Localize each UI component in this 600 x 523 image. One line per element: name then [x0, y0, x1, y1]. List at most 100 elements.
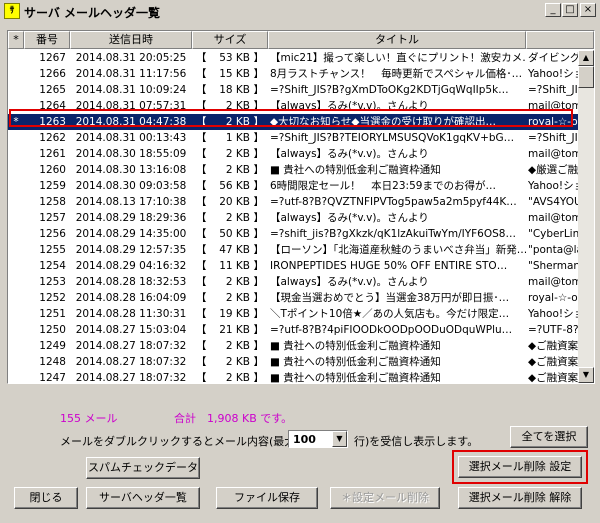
row-from: Yahoo!ショッピ	[528, 308, 578, 320]
hint-text-before: メールをダブルクリックするとメール内容(最大	[60, 435, 296, 448]
list-rows: 1267 2014.08.31 20:05:25 【53 KB】【mic21】撮って…	[8, 50, 578, 383]
scroll-down-icon[interactable]: ▼	[578, 367, 594, 383]
row-title: 8月ラストチャンス！ 毎時更新でスペシャル価格･…	[270, 68, 523, 80]
row-size: 【19 KB】	[196, 308, 264, 320]
table-row[interactable]: 1266 2014.08.31 11:17:56 【15 KB】 8月ラストチャンス！…	[8, 66, 578, 82]
chevron-down-icon[interactable]: ▼	[332, 431, 347, 447]
row-size-value: 50 KB	[219, 228, 250, 240]
table-row[interactable]: 1252 2014.08.28 16:04:09 【2 KB】【現金当選おめでとう】…	[8, 290, 578, 306]
row-date: 2014.08.28 16:04:09	[75, 292, 187, 304]
row-mark	[8, 370, 24, 383]
row-date: 2014.08.28 18:32:53	[75, 276, 187, 288]
row-number: 1247	[39, 372, 66, 383]
column-header-size[interactable]: サイズ	[192, 31, 268, 49]
row-size: 【20 KB】	[196, 196, 264, 208]
max-lines-select[interactable]: 100 ▼	[288, 430, 348, 448]
row-title: 【always】るみ(*v.v)。さんより	[270, 276, 429, 288]
scroll-up-icon[interactable]: ▲	[578, 50, 594, 66]
table-row[interactable]: 1258 2014.08.13 17:10:38 【20 KB】 =?utf-8?B?…	[8, 194, 578, 210]
table-row[interactable]: 1261 2014.08.30 18:55:09 【2 KB】【always】るみ(…	[8, 146, 578, 162]
row-date: 2014.08.29 14:35:00	[75, 228, 187, 240]
row-size: 【47 KB】	[196, 244, 264, 256]
row-size-value: 56 KB	[219, 180, 250, 192]
row-from: mail@tomag.jp	[528, 212, 578, 224]
table-row[interactable]: 1265 2014.08.31 10:09:24 【18 KB】 =?Shift_JI…	[8, 82, 578, 98]
close-window-button[interactable]: ×	[580, 3, 596, 17]
row-size: 【56 KB】	[196, 180, 264, 192]
row-from: mail@tomag.jp	[528, 100, 578, 112]
row-number: 1263	[39, 116, 66, 128]
row-date: 2014.08.27 18:07:32	[75, 372, 187, 383]
table-row[interactable]: 1256 2014.08.29 14:35:00 【50 KB】 =?shift_ji…	[8, 226, 578, 242]
title-bar[interactable]: ｻ サーバ メールヘッダ一覧 _ □ ×	[0, 0, 600, 22]
mail-count: 155 メール	[60, 412, 118, 425]
minimize-button[interactable]: _	[545, 3, 561, 17]
table-row[interactable]: 1264 2014.08.31 07:57:31 【2 KB】【always】るみ(…	[8, 98, 578, 114]
row-mark	[8, 354, 24, 370]
row-number: 1249	[39, 340, 66, 352]
table-row[interactable]: * 1263 2014.08.31 04:47:38 【2 KB】 ◆大切なお知らせ◆当…	[8, 113, 578, 131]
row-number: 1257	[39, 212, 66, 224]
maximize-button[interactable]: □	[562, 3, 578, 17]
mail-header-list[interactable]: * 番号 送信日時 サイズ タイトル 1267 2014.08.31 20:05:…	[7, 30, 595, 384]
row-size-value: 53 KB	[219, 52, 250, 64]
row-from: royal-☆-onlin	[528, 116, 578, 128]
row-size-value: 1 KB	[225, 132, 250, 144]
table-row[interactable]: 1250 2014.08.27 15:03:04 【21 KB】 =?utf-8?B?…	[8, 322, 578, 338]
table-row[interactable]: 1248 2014.08.27 18:07:32 【2 KB】 ■ 貴社への特別低金利…	[8, 354, 578, 370]
row-date: 2014.08.29 04:16:32	[75, 260, 187, 272]
save-file-button[interactable]: ファイル保存	[216, 487, 318, 509]
delete-selected-cancel-button[interactable]: 選択メール削除 解除	[458, 487, 582, 509]
table-row[interactable]: 1262 2014.08.31 00:13:43 【1 KB】 =?Shift_JIS…	[8, 130, 578, 146]
row-mark	[8, 338, 24, 354]
row-number: 1267	[39, 52, 66, 64]
row-mark	[8, 306, 24, 322]
row-number: 1264	[39, 100, 66, 112]
column-header-number[interactable]: 番号	[24, 31, 70, 49]
row-number: 1260	[39, 164, 66, 176]
row-number: 1265	[39, 84, 66, 96]
row-size: 【50 KB】	[196, 228, 264, 240]
delete-selected-set-button[interactable]: 選択メール削除 設定	[458, 456, 582, 478]
row-size-value: 2 KB	[225, 276, 250, 288]
row-title: =?shift_jis?B?gXkzk/qK1lzAkuiTwYm/IYF6OS…	[270, 228, 516, 240]
row-title: ＼Tポイント10倍★／あの人気店も。今だけ限定…	[270, 308, 510, 320]
row-size-value: 47 KB	[219, 244, 250, 256]
column-header-date[interactable]: 送信日時	[70, 31, 192, 49]
total-size: 合計 1,908 KB です。	[174, 412, 293, 425]
row-size-value: 18 KB	[219, 84, 250, 96]
table-row[interactable]: 1257 2014.08.29 18:29:36 【2 KB】【always】るみ(…	[8, 210, 578, 226]
select-all-button[interactable]: 全てを選択	[510, 426, 588, 448]
column-header-mark[interactable]: *	[8, 31, 24, 49]
row-mark	[8, 210, 24, 226]
vertical-scrollbar[interactable]: ▲ ▼	[578, 50, 594, 383]
row-date: 2014.08.29 18:29:36	[75, 212, 187, 224]
table-row[interactable]: 1247 2014.08.27 18:07:32 【2 KB】 ■ 貴社への特別低金利…	[8, 370, 578, 383]
table-row[interactable]: 1254 2014.08.29 04:16:32 【11 KB】 IRONPEPTID…	[8, 258, 578, 274]
row-title: ◆大切なお知らせ◆当選金の受け取りが確認出…	[270, 116, 496, 128]
column-header-from[interactable]	[526, 31, 594, 49]
row-size: 【2 KB】	[196, 340, 264, 352]
row-title: 【always】るみ(*v.v)。さんより	[270, 212, 429, 224]
row-title: =?utf-8?B?4piFIOODkOODpOODuODquWPlu…	[270, 324, 513, 336]
row-size-value: 2 KB	[225, 372, 250, 383]
spam-check-data-button[interactable]: スパムチェックデータ	[86, 457, 200, 479]
table-row[interactable]: 1260 2014.08.30 13:16:08 【2 KB】 ■ 貴社への特別低金利…	[8, 162, 578, 178]
scroll-thumb[interactable]	[578, 66, 594, 88]
row-title: ■ 貴社への特別低金利ご融資枠通知	[270, 372, 441, 383]
column-header-title[interactable]: タイトル	[268, 31, 526, 49]
table-row[interactable]: 1255 2014.08.29 12:57:35 【47 KB】【ローソン】「北海道…	[8, 242, 578, 258]
server-header-list-button[interactable]: サーバヘッダ一覧	[86, 487, 200, 509]
table-row[interactable]: 1267 2014.08.31 20:05:25 【53 KB】【mic21】撮って…	[8, 50, 578, 66]
table-row[interactable]: 1249 2014.08.27 18:07:32 【2 KB】 ■ 貴社への特別低金利…	[8, 338, 578, 354]
row-size: 【2 KB】	[196, 292, 264, 304]
delete-set-mail-button[interactable]: ＊設定メール削除	[330, 487, 440, 509]
row-from: "ponta@lawso	[528, 244, 578, 256]
table-row[interactable]: 1259 2014.08.30 09:03:58 【56 KB】 6時間限定セール！ …	[8, 178, 578, 194]
close-button[interactable]: 閉じる	[14, 487, 78, 509]
row-mark	[8, 82, 24, 98]
table-row[interactable]: 1251 2014.08.28 11:30:31 【19 KB】 ＼Tポイント10倍★…	[8, 306, 578, 322]
row-mark	[8, 66, 24, 82]
table-row[interactable]: 1253 2014.08.28 18:32:53 【2 KB】【always】るみ(…	[8, 274, 578, 290]
row-size: 【2 KB】	[196, 116, 264, 128]
